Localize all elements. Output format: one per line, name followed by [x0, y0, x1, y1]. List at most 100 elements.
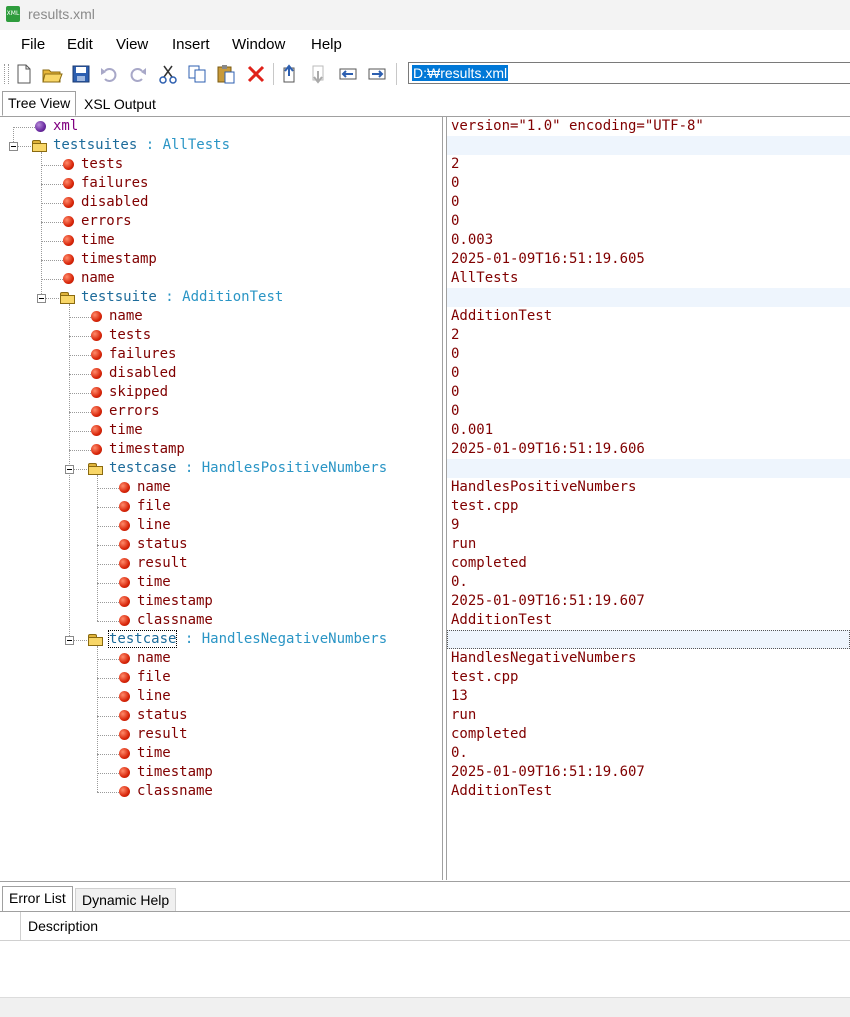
- node-value[interactable]: 9: [447, 516, 850, 535]
- tree-attribute-node[interactable]: name: [81, 269, 115, 288]
- tree-attribute-node[interactable]: tests: [81, 155, 123, 174]
- node-value[interactable]: HandlesPositiveNumbers: [447, 478, 850, 497]
- tab-tree-view[interactable]: Tree View: [2, 91, 77, 116]
- redo-icon[interactable]: [127, 63, 149, 85]
- tree-element-node[interactable]: testsuites : AllTests: [53, 136, 230, 155]
- paste-icon[interactable]: [215, 63, 237, 85]
- node-value[interactable]: 0.001: [447, 421, 850, 440]
- node-value[interactable]: 0.: [447, 744, 850, 763]
- tree-attribute-node[interactable]: line: [137, 687, 171, 706]
- outdent-icon[interactable]: [337, 63, 359, 85]
- tree-attribute-node[interactable]: name: [137, 478, 171, 497]
- tree-element-node[interactable]: testcase : HandlesPositiveNumbers: [109, 459, 387, 478]
- indent-icon[interactable]: [366, 63, 388, 85]
- menu-view[interactable]: View: [116, 36, 148, 53]
- tree-element-node[interactable]: testsuite : AdditionTest: [81, 288, 283, 307]
- node-value[interactable]: 0: [447, 364, 850, 383]
- node-value[interactable]: 2025-01-09T16:51:19.605: [447, 250, 850, 269]
- save-icon[interactable]: [70, 63, 92, 85]
- tree-attribute-node[interactable]: skipped: [109, 383, 168, 402]
- node-value[interactable]: 0: [447, 193, 850, 212]
- node-value[interactable]: 2025-01-09T16:51:19.607: [447, 763, 850, 782]
- node-value[interactable]: 0: [447, 345, 850, 364]
- node-value[interactable]: AdditionTest: [447, 307, 850, 326]
- tree-attribute-node[interactable]: classname: [137, 782, 213, 801]
- tree-element-node[interactable]: testcase : HandlesNegativeNumbers: [107, 630, 387, 649]
- description-column-header[interactable]: Description: [28, 918, 98, 934]
- tree-attribute-node[interactable]: classname: [137, 611, 213, 630]
- undo-icon[interactable]: [98, 63, 120, 85]
- tab-dynamic-help[interactable]: Dynamic Help: [75, 888, 177, 911]
- node-value[interactable]: run: [447, 535, 850, 554]
- node-value[interactable]: 2: [447, 326, 850, 345]
- node-value[interactable]: version="1.0" encoding="UTF-8": [447, 117, 850, 136]
- collapse-toggle[interactable]: [9, 142, 18, 151]
- tree-attribute-node[interactable]: timestamp: [137, 592, 213, 611]
- tree-pi-node[interactable]: xml: [53, 117, 78, 136]
- tree-attribute-node[interactable]: timestamp: [109, 440, 185, 459]
- node-value[interactable]: 0: [447, 383, 850, 402]
- tree-attribute-node[interactable]: file: [137, 668, 171, 687]
- tree-attribute-node[interactable]: status: [137, 535, 188, 554]
- menu-help[interactable]: Help: [311, 36, 342, 53]
- node-value[interactable]: completed: [447, 725, 850, 744]
- menu-window[interactable]: Window: [232, 36, 285, 53]
- tree-attribute-node[interactable]: name: [137, 649, 171, 668]
- tree-attribute-node[interactable]: time: [81, 231, 115, 250]
- menu-file[interactable]: File: [21, 36, 45, 53]
- node-value[interactable]: 13: [447, 687, 850, 706]
- tree-attribute-node[interactable]: file: [137, 497, 171, 516]
- tab-xsl-output[interactable]: XSL Output: [79, 93, 161, 115]
- node-value[interactable]: AdditionTest: [447, 782, 850, 801]
- tree-view-pane[interactable]: xml testsuites : AllTests tests failures dis…: [0, 117, 442, 880]
- move-up-icon[interactable]: [279, 63, 301, 85]
- node-value[interactable]: completed: [447, 554, 850, 573]
- copy-icon[interactable]: [186, 63, 208, 85]
- node-value[interactable]: HandlesNegativeNumbers: [447, 649, 850, 668]
- node-value[interactable]: AdditionTest: [447, 611, 850, 630]
- file-path-input[interactable]: D:₩results.xml: [408, 62, 850, 84]
- collapse-toggle[interactable]: [37, 294, 46, 303]
- tree-attribute-node[interactable]: time: [137, 573, 171, 592]
- tree-attribute-node[interactable]: disabled: [109, 364, 176, 383]
- tree-attribute-node[interactable]: errors: [109, 402, 160, 421]
- delete-icon[interactable]: [245, 63, 267, 85]
- toolbar-grip[interactable]: [4, 64, 9, 84]
- node-value[interactable]: 0: [447, 212, 850, 231]
- tree-attribute-node[interactable]: failures: [81, 174, 148, 193]
- tree-attribute-node[interactable]: status: [137, 706, 188, 725]
- node-value[interactable]: 2: [447, 155, 850, 174]
- node-value[interactable]: [447, 288, 850, 307]
- menu-insert[interactable]: Insert: [172, 36, 210, 53]
- tree-attribute-node[interactable]: time: [137, 744, 171, 763]
- value-pane[interactable]: version="1.0" encoding="UTF-8" 2 0 0 0 0.003 2…: [447, 117, 850, 880]
- move-down-icon[interactable]: [308, 63, 330, 85]
- node-value[interactable]: [447, 630, 850, 649]
- tree-attribute-node[interactable]: result: [137, 554, 188, 573]
- tree-attribute-node[interactable]: disabled: [81, 193, 148, 212]
- node-value[interactable]: 0.003: [447, 231, 850, 250]
- node-value[interactable]: 0.: [447, 573, 850, 592]
- tree-attribute-node[interactable]: errors: [81, 212, 132, 231]
- node-value[interactable]: 2025-01-09T16:51:19.606: [447, 440, 850, 459]
- tab-error-list[interactable]: Error List: [2, 886, 73, 911]
- tree-attribute-node[interactable]: timestamp: [137, 763, 213, 782]
- tree-attribute-node[interactable]: line: [137, 516, 171, 535]
- tree-attribute-node[interactable]: name: [109, 307, 143, 326]
- collapse-toggle[interactable]: [65, 465, 74, 474]
- open-folder-icon[interactable]: [41, 63, 63, 85]
- tree-attribute-node[interactable]: timestamp: [81, 250, 157, 269]
- node-value[interactable]: run: [447, 706, 850, 725]
- node-value[interactable]: test.cpp: [447, 497, 850, 516]
- cut-icon[interactable]: [157, 63, 179, 85]
- tree-attribute-node[interactable]: failures: [109, 345, 176, 364]
- node-value[interactable]: 0: [447, 174, 850, 193]
- tree-attribute-node[interactable]: tests: [109, 326, 151, 345]
- tree-attribute-node[interactable]: time: [109, 421, 143, 440]
- node-value[interactable]: test.cpp: [447, 668, 850, 687]
- node-value[interactable]: AllTests: [447, 269, 850, 288]
- node-value[interactable]: [447, 136, 850, 155]
- node-value[interactable]: [447, 459, 850, 478]
- node-value[interactable]: 0: [447, 402, 850, 421]
- new-file-icon[interactable]: [13, 63, 35, 85]
